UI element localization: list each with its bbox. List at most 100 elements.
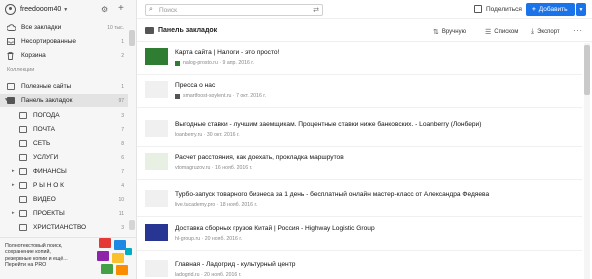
sidebar-item-label: ПОЧТА xyxy=(33,126,56,133)
count-badge: 7 xyxy=(121,126,124,133)
sidebar-item-label: Несортированные xyxy=(21,38,77,45)
main-scrollbar-thumb[interactable] xyxy=(584,45,590,95)
sidebar-item-subfolder[interactable]: СЕТЬ 8 xyxy=(0,137,128,150)
bookmark-meta: live.tucademy.pro · 18 нояб. 2016 г. xyxy=(175,202,258,208)
favicon-icon xyxy=(175,60,180,66)
sidebar-scrollbar-thumb-lower[interactable] xyxy=(129,220,135,230)
share-button[interactable]: Поделиться xyxy=(474,5,522,13)
more-options-icon[interactable]: ··· xyxy=(573,26,583,35)
folder-icon xyxy=(19,224,27,231)
list-view-icon: ☰ xyxy=(485,29,492,36)
count-badge: 10 xyxy=(118,196,124,203)
list-item[interactable]: Турбо-запуск товарного бизнеса за 1 день… xyxy=(137,185,582,217)
folder-icon xyxy=(145,27,154,34)
folder-icon xyxy=(19,196,27,203)
bookmark-date: 20 нояб. 2016 г. xyxy=(204,272,242,278)
bookmark-title[interactable]: Карта сайта | Налоги - это просто! xyxy=(175,49,279,56)
bookmark-domain: hl-group.ru xyxy=(175,236,201,242)
sidebar-item-label: Полезные сайты xyxy=(21,83,72,90)
sidebar-item-subfolder[interactable]: УСЛУГИ 6 xyxy=(0,151,128,164)
folder-icon xyxy=(19,182,27,189)
list-item[interactable]: Главная - Ладогрид - культурный центр la… xyxy=(137,255,582,279)
sidebar-scrollbar-thumb[interactable] xyxy=(129,30,135,46)
export-label: Экспорт xyxy=(537,29,560,35)
bookmark-meta: smartfoost-soylent.ru · 7 окт. 2016 г. xyxy=(175,93,266,99)
search-options-icon[interactable]: ⇄ xyxy=(313,6,319,14)
bookmark-date: 16 нояб. 2016 г. xyxy=(215,165,253,171)
add-collection-icon[interactable]: + xyxy=(118,3,124,14)
folder-icon xyxy=(7,83,15,90)
sidebar-item-subfolder[interactable]: ▸ Р Ы Н О К 4 xyxy=(0,179,128,192)
sidebar-item-trash[interactable]: Корзина 2 xyxy=(0,49,128,62)
caret-right-icon[interactable]: ▸ xyxy=(12,168,15,174)
pro-promo: Полнотекстовый поиск, сохранение копий, … xyxy=(0,237,136,279)
sidebar-item-label: ВИДЕО xyxy=(33,196,56,203)
sidebar-item-subfolder[interactable]: ВИДЕО 10 xyxy=(0,193,128,206)
bookmark-title[interactable]: Турбо-запуск товарного бизнеса за 1 день… xyxy=(175,191,489,198)
count-badge: 1 xyxy=(121,83,124,90)
sidebar-item-subfolder[interactable]: ПОГОДА 3 xyxy=(0,109,128,122)
add-button[interactable]: + Добавить xyxy=(526,3,575,16)
list-item[interactable]: Пресса о нас smartfoost-soylent.ru · 7 о… xyxy=(137,76,582,108)
export-button[interactable]: ⤓ Экспорт xyxy=(531,28,560,36)
folder-icon xyxy=(19,126,27,133)
count-badge: 2 xyxy=(121,52,124,59)
list-item[interactable]: Доставка сборных грузов Китай | Россия -… xyxy=(137,219,582,251)
sidebar-item-unsorted[interactable]: Несортированные 1 xyxy=(0,35,128,48)
count-badge: 8 xyxy=(121,140,124,147)
count-badge: 3 xyxy=(121,112,124,119)
bookmark-date: 30 окт. 2016 г. xyxy=(206,132,240,138)
count-badge: 1 xyxy=(121,38,124,45)
sidebar-item-subfolder[interactable]: ХРИСТИАНСТВО 3 xyxy=(0,221,128,234)
bookmark-domain: ladogrid.ru xyxy=(175,272,200,278)
header: ⌕ Поиск ⇄ Поделиться + Добавить ▼ xyxy=(137,0,592,19)
bookmark-date: 20 нояб. 2016 г. xyxy=(204,236,243,242)
count-badge: 11 xyxy=(118,210,124,217)
sidebar-item-label: ПРОЕКТЫ xyxy=(33,210,65,217)
count-badge: 6 xyxy=(121,154,124,161)
sidebar-item-all-bookmarks[interactable]: Все закладки 10 тыс. xyxy=(0,21,128,34)
share-label: Поделиться xyxy=(486,5,522,13)
sidebar-item-label: Р Ы Н О К xyxy=(33,182,64,189)
sidebar-item-label: ХРИСТИАНСТВО xyxy=(33,224,87,231)
username: freedooom40 xyxy=(20,6,62,13)
add-dropdown-button[interactable]: ▼ xyxy=(576,3,586,16)
search-placeholder: Поиск xyxy=(159,7,178,14)
settings-gear-icon[interactable]: ⚙ xyxy=(101,5,108,14)
folder-icon xyxy=(19,112,27,119)
sidebar-item-subfolder[interactable]: ▸ ФИНАНСЫ 7 xyxy=(0,165,128,178)
trash-icon xyxy=(7,52,15,60)
count-badge: 10 тыс. xyxy=(107,24,124,31)
bookmark-thumbnail xyxy=(145,190,168,207)
page-title: Панель закладок xyxy=(158,27,218,34)
bookmark-thumbnail xyxy=(145,81,168,98)
sidebar-item-useful-sites[interactable]: Полезные сайты 1 xyxy=(0,80,128,93)
bookmark-title[interactable]: Расчет расстояния, как доехать, прокладк… xyxy=(175,154,344,161)
sort-icon: ⇅ xyxy=(433,29,439,36)
list-item[interactable]: Выгодные ставки - лучшим заемщикам. Проц… xyxy=(137,115,582,147)
bookmark-title[interactable]: Пресса о нас xyxy=(175,82,215,89)
caret-right-icon[interactable]: ▸ xyxy=(12,182,15,188)
caret-right-icon[interactable]: ▸ xyxy=(12,210,15,216)
bookmark-domain: nalog-prosto.ru xyxy=(183,60,218,66)
sidebar-item-subfolder[interactable]: ▸ ПРОЕКТЫ 11 xyxy=(0,207,128,220)
search-input[interactable]: ⌕ Поиск ⇄ xyxy=(145,4,323,16)
list-item[interactable]: Карта сайта | Налоги - это просто! nalog… xyxy=(137,43,582,75)
promo-illustration xyxy=(95,234,133,278)
collection-toolbar: Панель закладок ⇅ Вручную ☰ Списком ⤓ Эк… xyxy=(137,20,592,42)
list-item[interactable]: Расчет расстояния, как доехать, прокладк… xyxy=(137,148,582,180)
folder-icon xyxy=(19,168,27,175)
sidebar-item-label: УСЛУГИ xyxy=(33,154,59,161)
sidebar-item-subfolder[interactable]: ПОЧТА 7 xyxy=(0,123,128,136)
sort-button[interactable]: ⇅ Вручную xyxy=(433,28,466,36)
bookmark-title[interactable]: Доставка сборных грузов Китай | Россия -… xyxy=(175,225,375,232)
view-mode-button[interactable]: ☰ Списком xyxy=(485,28,518,36)
go-pro-link[interactable]: Перейти на PRO xyxy=(5,262,91,268)
bookmark-domain: loanberry.ru xyxy=(175,132,203,138)
user-menu[interactable]: freedooom40 ▼ xyxy=(0,0,136,19)
bookmark-title[interactable]: Главная - Ладогрид - культурный центр xyxy=(175,261,295,268)
count-badge: 3 xyxy=(121,224,124,231)
folder-icon xyxy=(19,154,27,161)
bookmark-title[interactable]: Выгодные ставки - лучшим заемщикам. Проц… xyxy=(175,121,481,128)
sidebar-item-bookmarks-bar[interactable]: ▼ Панель закладок 97 xyxy=(0,94,128,107)
